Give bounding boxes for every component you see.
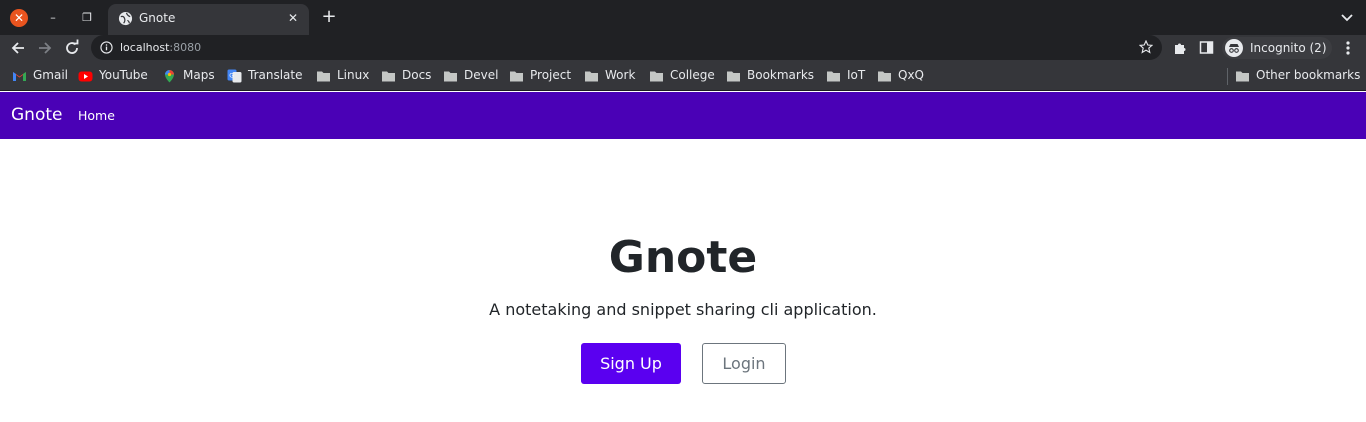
- bookmark-label: Bookmarks: [747, 68, 815, 82]
- bookmarks-divider: [1227, 68, 1228, 85]
- folder-icon: [650, 71, 663, 82]
- window-restore-button[interactable]: ❐: [78, 9, 96, 27]
- folder-icon: [727, 71, 740, 82]
- bookmark-label: Linux: [337, 68, 370, 82]
- folder-icon: [1236, 71, 1249, 82]
- folder-icon: [382, 71, 395, 82]
- bookmark-label: Project: [530, 68, 572, 82]
- side-panel-icon[interactable]: [1199, 40, 1214, 55]
- bookmark-label: Gmail: [33, 68, 69, 82]
- browser-toolbar: localhost:8080 Incognito (2): [0, 35, 1366, 61]
- hero-subtitle: A notetaking and snippet sharing cli app…: [489, 300, 877, 319]
- forward-arrow-icon[interactable]: [35, 38, 55, 58]
- translate-icon: G: [227, 69, 242, 83]
- bookmark-label: Devel: [464, 68, 499, 82]
- folder-icon: [878, 71, 891, 82]
- bookmarks-bar: Gmail YouTube Maps G Translate Linux Doc…: [0, 61, 1366, 91]
- window-minimize-button[interactable]: –: [44, 9, 62, 27]
- maps-icon: [165, 70, 174, 83]
- folder-icon: [444, 71, 457, 82]
- folder-icon: [317, 71, 330, 82]
- site-navbar: Gnote Home: [0, 92, 1366, 139]
- profile-label: Incognito (2): [1250, 41, 1327, 55]
- tab-title: Gnote: [139, 11, 176, 25]
- incognito-icon: [1225, 39, 1243, 57]
- globe-icon: [118, 11, 133, 26]
- signup-button[interactable]: Sign Up: [581, 343, 681, 384]
- youtube-icon: [78, 71, 93, 82]
- bookmark-label: Translate: [248, 68, 303, 82]
- new-tab-button[interactable]: +: [319, 7, 339, 27]
- bookmark-label: YouTube: [99, 68, 148, 82]
- bookmark-label: QxQ: [898, 68, 924, 82]
- folder-icon: [585, 71, 598, 82]
- incognito-profile-button[interactable]: Incognito (2): [1222, 37, 1332, 59]
- svg-text:G: G: [229, 73, 234, 80]
- nav-link-home[interactable]: Home: [78, 108, 115, 123]
- folder-icon: [510, 71, 523, 82]
- bookmark-label: Docs: [402, 68, 432, 82]
- tab-strip: ✕ – ❐ Gnote ✕ +: [0, 0, 1366, 35]
- hero-title: Gnote: [608, 232, 758, 283]
- bookmark-label: Other bookmarks: [1256, 68, 1361, 82]
- bookmark-label: Work: [605, 68, 636, 82]
- extensions-puzzle-icon[interactable]: [1172, 40, 1188, 56]
- kebab-menu-icon[interactable]: [1341, 39, 1355, 57]
- bookmark-label: IoT: [847, 68, 866, 82]
- folder-icon: [827, 71, 840, 82]
- address-bar[interactable]: localhost:8080: [91, 35, 1162, 60]
- bookmark-label: College: [670, 68, 715, 82]
- tab-gnote[interactable]: Gnote ✕: [108, 4, 309, 35]
- navbar-brand[interactable]: Gnote: [11, 105, 62, 125]
- bookmark-star-icon[interactable]: [1139, 40, 1153, 54]
- tab-close-button[interactable]: ✕: [284, 9, 302, 27]
- url-text: localhost:8080: [120, 41, 202, 54]
- tab-search-chevron-icon[interactable]: [1338, 8, 1356, 26]
- site-info-icon[interactable]: [100, 41, 113, 54]
- window-close-button[interactable]: ✕: [10, 9, 28, 27]
- bookmark-label: Maps: [183, 68, 215, 82]
- back-arrow-icon[interactable]: [8, 38, 28, 58]
- gmail-icon: [13, 72, 26, 81]
- reload-icon[interactable]: [62, 38, 82, 58]
- login-button[interactable]: Login: [702, 343, 786, 384]
